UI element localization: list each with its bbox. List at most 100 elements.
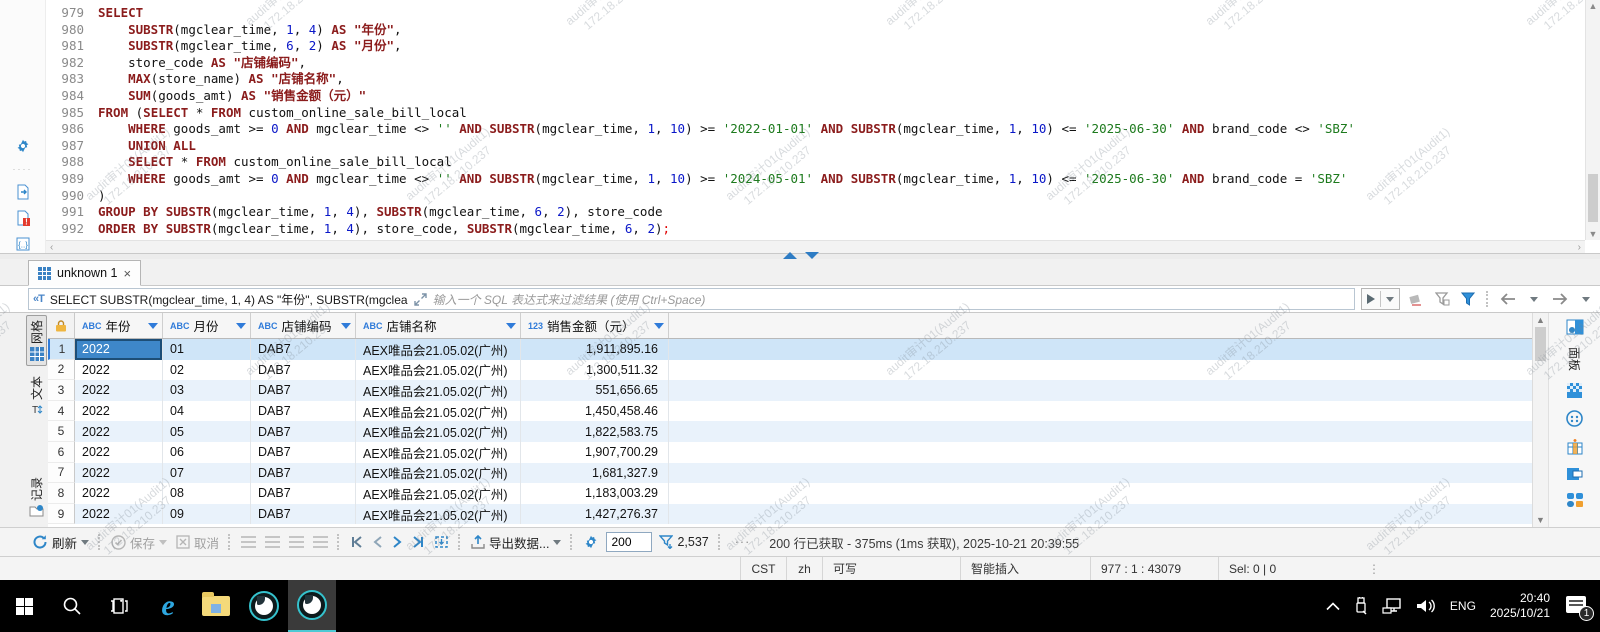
network-tray-icon[interactable] (1382, 598, 1402, 614)
expand-filter-icon[interactable] (414, 293, 427, 306)
hscroll-left-arrow[interactable]: ‹ (50, 242, 53, 253)
panels-icon[interactable] (1566, 319, 1584, 335)
grid-cell[interactable]: DAB7 (251, 380, 356, 401)
grid-cell[interactable]: 01 (163, 339, 251, 360)
taskbar-clock[interactable]: 20:40 2025/10/21 (1490, 591, 1550, 621)
tray-expand-chevron-icon[interactable] (1326, 602, 1340, 611)
grid-cell[interactable]: 2022 (75, 442, 163, 463)
internet-explorer-button[interactable]: e (144, 580, 192, 632)
grid-cell[interactable]: 1,450,458.46 (521, 401, 669, 422)
last-page-button[interactable] (409, 534, 427, 550)
filter-history-dropdown-icon[interactable] (1386, 297, 1394, 302)
script-brackets-icon[interactable]: {..} (15, 236, 31, 252)
calc-panel-icon[interactable] (1567, 493, 1583, 507)
editor-vertical-scrollbar[interactable]: ▲ ▼ (1585, 0, 1600, 240)
grid-cell[interactable]: AEX唯品会21.05.02(广州) (356, 380, 521, 401)
row-number[interactable]: 2 (48, 360, 75, 381)
grid-cell[interactable]: 09 (163, 504, 251, 525)
script-error-icon[interactable]: ! (15, 210, 31, 226)
grid-cell[interactable]: 1,681,327.9 (521, 463, 669, 484)
column-sort-dropdown-icon[interactable] (506, 323, 516, 329)
next-page-button[interactable] (390, 534, 404, 550)
scroll-thumb[interactable] (1588, 174, 1598, 222)
cancel-button[interactable]: 取消 (174, 531, 221, 554)
grid-cell[interactable]: DAB7 (251, 421, 356, 442)
remove-filter-button[interactable] (1432, 288, 1452, 310)
value-viewer-icon[interactable] (1567, 383, 1582, 398)
grouping-panel-icon[interactable] (1567, 439, 1583, 455)
grid-cell[interactable]: 2022 (75, 339, 163, 360)
row-number[interactable]: 9 (48, 504, 75, 525)
grid-vertical-scrollbar[interactable]: ▲ ▼ (1532, 313, 1548, 527)
record-mode-toggle[interactable]: 记录 (27, 473, 46, 521)
column-sort-dropdown-icon[interactable] (341, 323, 351, 329)
export-data-button[interactable]: 导出数据... (469, 531, 563, 554)
tab-close-icon[interactable]: × (123, 266, 131, 281)
export-dropdown-icon[interactable] (553, 540, 561, 545)
grid-cell[interactable]: 07 (163, 463, 251, 484)
nav-forward-dropdown-icon[interactable] (1576, 288, 1596, 310)
scroll-down-arrow[interactable]: ▼ (1586, 229, 1600, 239)
nav-back-dropdown-icon[interactable] (1524, 288, 1544, 310)
column-sort-dropdown-icon[interactable] (654, 323, 664, 329)
grid-cell[interactable]: DAB7 (251, 442, 356, 463)
delete-row-button[interactable] (311, 534, 330, 550)
maximize-sash-icon[interactable] (783, 252, 797, 259)
grid-cell[interactable]: AEX唯品会21.05.02(广州) (356, 421, 521, 442)
grid-scroll-down-arrow[interactable]: ▼ (1533, 515, 1548, 525)
status-overflow-grip[interactable]: ⋮ (1368, 562, 1380, 576)
result-grid[interactable]: ABC年份ABC月份ABC店铺编码ABC店铺名称123销售金额（元） 12022… (48, 313, 1532, 527)
row-number[interactable]: 4 (48, 401, 75, 422)
column-sort-dropdown-icon[interactable] (148, 323, 158, 329)
row-number[interactable]: 8 (48, 483, 75, 504)
grid-cell[interactable]: 1,911,895.16 (521, 339, 669, 360)
grid-cell[interactable]: 1,183,003.29 (521, 483, 669, 504)
grid-cell[interactable]: DAB7 (251, 339, 356, 360)
grid-cell[interactable]: AEX唯品会21.05.02(广州) (356, 442, 521, 463)
grid-cell[interactable]: 1,822,583.75 (521, 421, 669, 442)
grid-cell[interactable]: 2022 (75, 463, 163, 484)
grid-corner-cell[interactable] (48, 313, 75, 338)
grid-cell[interactable]: 03 (163, 380, 251, 401)
row-number[interactable]: 6 (48, 442, 75, 463)
row-count-button[interactable]: 2,537 (657, 533, 710, 551)
row-number[interactable]: 7 (48, 463, 75, 484)
dbeaver-taskbar-button[interactable] (240, 580, 288, 632)
row-number[interactable]: 3 (48, 380, 75, 401)
fetch-all-button[interactable] (432, 533, 451, 551)
fetch-size-input[interactable] (606, 532, 652, 552)
grid-cell[interactable]: 1,300,511.32 (521, 360, 669, 381)
grid-cell[interactable]: 2022 (75, 421, 163, 442)
fetch-settings-button[interactable] (581, 532, 601, 552)
grid-scroll-up-arrow[interactable]: ▲ (1533, 315, 1548, 325)
grid-cell[interactable]: DAB7 (251, 463, 356, 484)
aggregate-panel-icon[interactable] (1566, 410, 1583, 427)
presentation-tab-text[interactable]: 文本 T (27, 372, 46, 420)
grid-cell[interactable]: 2022 (75, 360, 163, 381)
file-explorer-button[interactable] (192, 580, 240, 632)
grid-cell[interactable]: AEX唯品会21.05.02(广州) (356, 463, 521, 484)
grid-cell[interactable]: 1,427,276.37 (521, 504, 669, 525)
grid-cell[interactable]: AEX唯品会21.05.02(广州) (356, 504, 521, 525)
grid-cell[interactable]: DAB7 (251, 360, 356, 381)
row-number[interactable]: 5 (48, 421, 75, 442)
column-header-月份[interactable]: ABC月份 (163, 313, 251, 338)
grid-cell[interactable]: DAB7 (251, 401, 356, 422)
filter-input[interactable]: «T SELECT SUBSTR(mgclear_time, 1, 4) AS … (28, 288, 1355, 310)
apply-filter-group[interactable] (1361, 288, 1400, 310)
execute-settings-gear-icon[interactable] (15, 138, 31, 154)
grid-cell[interactable]: 05 (163, 421, 251, 442)
taskbar-search-button[interactable] (48, 580, 96, 632)
grid-cell[interactable]: 06 (163, 442, 251, 463)
grid-cell[interactable]: 2022 (75, 401, 163, 422)
grid-scroll-thumb[interactable] (1535, 327, 1546, 361)
grid-cell[interactable]: DAB7 (251, 504, 356, 525)
column-header-销售金额（元）[interactable]: 123销售金额（元） (521, 313, 669, 338)
volume-tray-icon[interactable] (1416, 598, 1436, 614)
row-number[interactable]: 1 (48, 339, 75, 360)
grid-cell[interactable]: DAB7 (251, 483, 356, 504)
task-view-button[interactable] (96, 580, 144, 632)
column-sort-dropdown-icon[interactable] (236, 323, 246, 329)
input-language-indicator[interactable]: ENG (1450, 599, 1476, 613)
sql-editor[interactable]: ···· ! {..} 979SELECT980 SUBSTR(mgclear_… (0, 0, 1600, 253)
